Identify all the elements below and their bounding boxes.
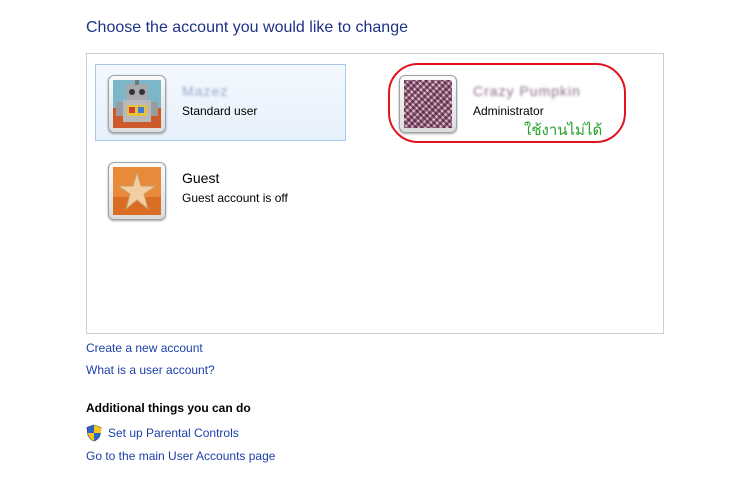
- additional-heading: Additional things you can do: [86, 401, 251, 415]
- parental-controls-link[interactable]: Set up Parental Controls: [108, 426, 239, 440]
- account-name: Guest: [182, 170, 220, 186]
- account-picture-frame: [108, 75, 166, 133]
- account-tile-standard-user[interactable]: Mazez Standard user: [95, 64, 346, 141]
- account-role: Guest account is off: [182, 191, 288, 205]
- create-account-link[interactable]: Create a new account: [86, 341, 203, 355]
- account-tile-guest[interactable]: Guest Guest account is off: [95, 151, 346, 228]
- robot-picture-icon: [113, 80, 161, 128]
- account-role: Standard user: [182, 104, 258, 118]
- uac-shield-icon: [86, 424, 102, 442]
- account-name: Mazez: [182, 83, 229, 99]
- annotation-text: ใช้งานไม่ได้: [524, 122, 603, 139]
- account-picture-frame: [108, 162, 166, 220]
- page-title: Choose the account you would like to cha…: [86, 19, 408, 36]
- what-is-account-link[interactable]: What is a user account?: [86, 363, 215, 377]
- starfish-picture-icon: [113, 167, 161, 215]
- main-user-accounts-link[interactable]: Go to the main User Accounts page: [86, 449, 275, 463]
